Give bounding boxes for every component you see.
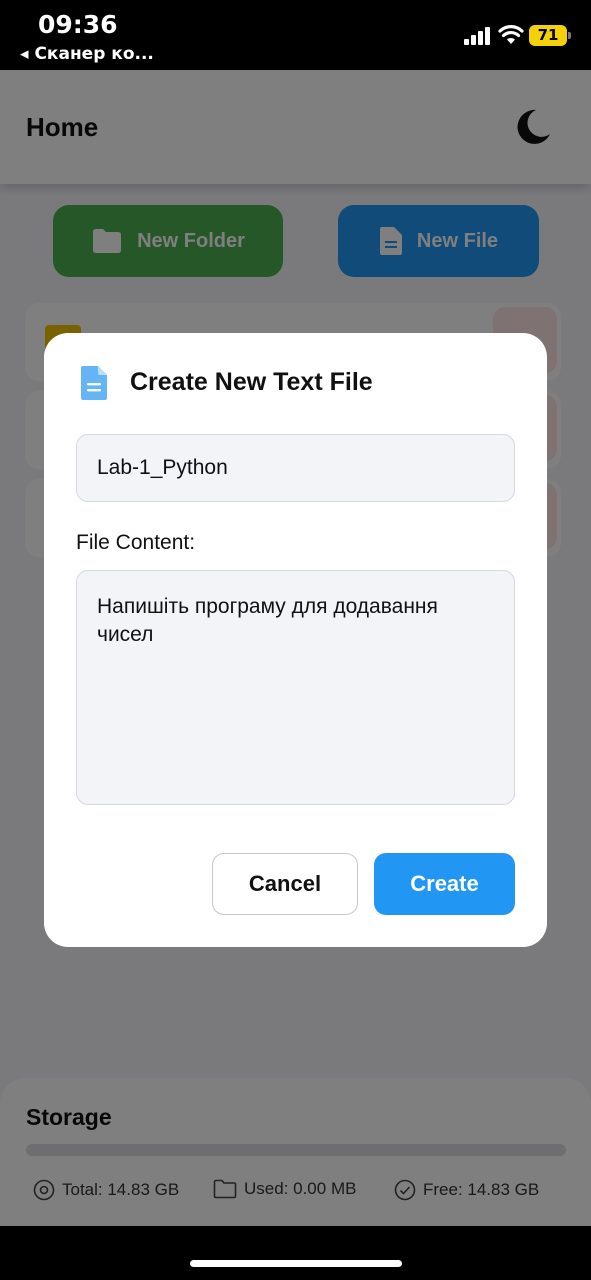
wifi-icon [498,25,524,44]
cellular-signal-icon [464,27,490,45]
file-name-input[interactable] [76,434,515,502]
dialog-title: Create New Text File [130,368,373,396]
home-indicator-area [0,1226,591,1280]
document-icon [81,366,107,400]
file-content-label: File Content: [76,531,196,554]
status-bar: 09:36 ◂ Сканер ко... 71 [0,0,591,70]
cancel-button[interactable]: Cancel [212,853,358,915]
create-button[interactable]: Create [374,853,515,915]
battery-indicator: 71 [529,25,571,46]
back-to-app-link[interactable]: ◂ Сканер ко... [20,44,154,64]
status-time: 09:36 [38,10,118,39]
create-file-dialog: Create New Text File File Content: Напиш… [44,333,547,947]
file-content-textarea[interactable]: Напишіть програму для додавання чисел [76,570,515,805]
home-indicator[interactable] [190,1260,402,1267]
